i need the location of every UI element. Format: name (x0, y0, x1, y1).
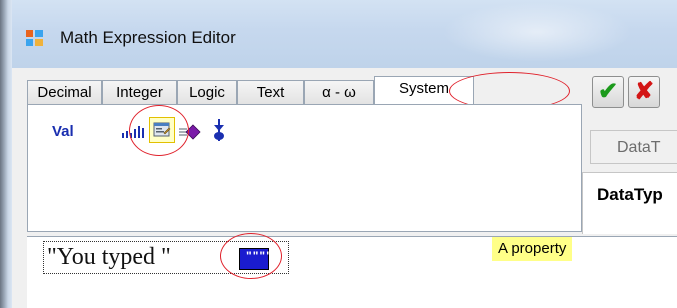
tab-logic[interactable]: Logic (177, 80, 237, 104)
tab-decimal[interactable]: Decimal (27, 80, 102, 104)
datatype-tab[interactable]: DataT (590, 130, 677, 164)
app-icon (26, 30, 44, 46)
tab-alpha-omega[interactable]: α - ω (304, 80, 374, 104)
expression-editor[interactable]: "You typed " """" A property (27, 233, 677, 308)
window-title: Math Expression Editor (60, 28, 236, 47)
tab-system[interactable]: System (374, 76, 474, 105)
system-tab-panel: Val (27, 104, 582, 232)
tab-text[interactable]: Text (237, 80, 304, 104)
tab-strip: Decimal Integer Logic Text α - ω System (27, 76, 575, 105)
cancel-button[interactable]: ✘ (628, 76, 660, 108)
blue-stem-icon[interactable] (212, 119, 226, 143)
ok-button[interactable]: ✔ (592, 76, 624, 108)
bars-icon[interactable] (122, 125, 148, 139)
cross-icon: ✘ (633, 78, 655, 105)
datatype-header: DataTyp (597, 185, 663, 204)
purple-diamond-icon[interactable] (179, 124, 201, 140)
datatype-panel: DataTyp (582, 172, 677, 234)
editor-client-area: Decimal Integer Logic Text α - ω System … (12, 68, 677, 308)
checkmark-icon: ✔ (597, 78, 619, 105)
expression-string-literal[interactable]: "You typed " (47, 244, 171, 271)
property-placeholder-glyph: """" (246, 249, 273, 263)
property-tooltip: A property (492, 237, 573, 261)
titlebar-glow (442, 2, 632, 62)
tab-integer[interactable]: Integer (102, 80, 177, 104)
property-icon-highlight[interactable] (149, 117, 175, 143)
expression-element[interactable]: "You typed " """" (43, 241, 289, 274)
window-frame-left (0, 0, 12, 308)
property-icon (153, 122, 171, 137)
val-item[interactable]: Val (52, 123, 74, 140)
property-placeholder-block[interactable]: """" (239, 248, 272, 270)
